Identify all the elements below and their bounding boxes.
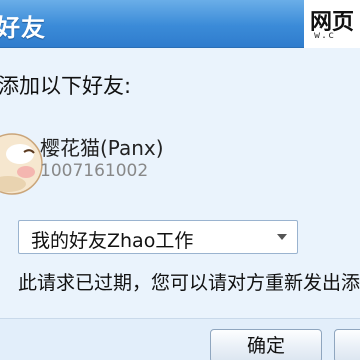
window-title: 好友 [0,14,46,42]
watermark-url: w.c [314,30,336,41]
cancel-button[interactable] [334,329,360,360]
button-bar: 确定 [0,318,360,360]
group-select[interactable]: 我的好友Zhao工作 [18,220,298,254]
friend-name: 樱花猫(Panx) [40,136,164,160]
ok-button[interactable]: 确定 [210,329,322,360]
friend-id: 1007161002 [40,161,149,181]
status-message: 此请求已过期，您可以请对方重新发出添 [18,272,360,294]
chevron-down-icon[interactable] [277,234,287,240]
dialog-content: 添加以下好友: 樱花猫(Panx) 1007161002 我的好友Zhao工作 … [0,48,360,318]
group-select-value: 我的好友Zhao工作 [31,230,194,252]
instruction-label: 添加以下好友: [0,74,132,98]
title-bar[interactable]: 好友 网页 w.c [0,0,360,48]
cat-avatar-icon [0,133,43,195]
watermark: 网页 w.c [304,0,360,48]
avatar [0,126,44,196]
